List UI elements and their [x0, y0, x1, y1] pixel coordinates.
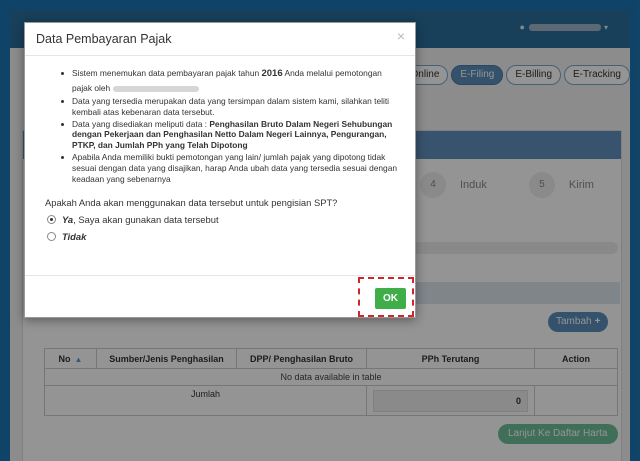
- modal-header: Data Pembayaran Pajak ×: [25, 23, 415, 56]
- tax-payment-modal: Data Pembayaran Pajak × Sistem menemukan…: [24, 22, 416, 318]
- ok-button[interactable]: OK: [375, 288, 406, 309]
- modal-body: Sistem menemukan data pembayaran pajak t…: [25, 56, 415, 242]
- question-text: Apakah Anda akan menggunakan data terseb…: [45, 197, 338, 209]
- close-icon[interactable]: ×: [397, 28, 405, 44]
- list-item: Data yang disediakan meliputi data : Pen…: [61, 119, 401, 151]
- list-item: Sistem menemukan data pembayaran pajak t…: [61, 66, 401, 95]
- radio-no[interactable]: [47, 232, 56, 242]
- withholder-name-blurred: [112, 85, 199, 92]
- option-yes-label: , Saya akan gunakan data tersebut: [73, 214, 219, 226]
- option-yes[interactable]: Ya, Saya akan gunakan data tersebut: [47, 214, 401, 225]
- option-no-label: Tidak: [62, 231, 87, 243]
- modal-title: Data Pembayaran Pajak: [36, 32, 172, 46]
- list-item: Apabila Anda memiliki bukti pemotongan y…: [61, 152, 401, 184]
- list-item: Data yang tersedia merupakan data yang t…: [61, 96, 401, 118]
- modal-footer: [25, 275, 415, 319]
- radio-yes[interactable]: [47, 215, 56, 225]
- option-yes-label-bold: Ya: [62, 214, 74, 226]
- option-no[interactable]: Tidak: [47, 231, 401, 242]
- tax-year: 2016: [261, 68, 283, 79]
- info-list: Sistem menemukan data pembayaran pajak t…: [61, 66, 401, 184]
